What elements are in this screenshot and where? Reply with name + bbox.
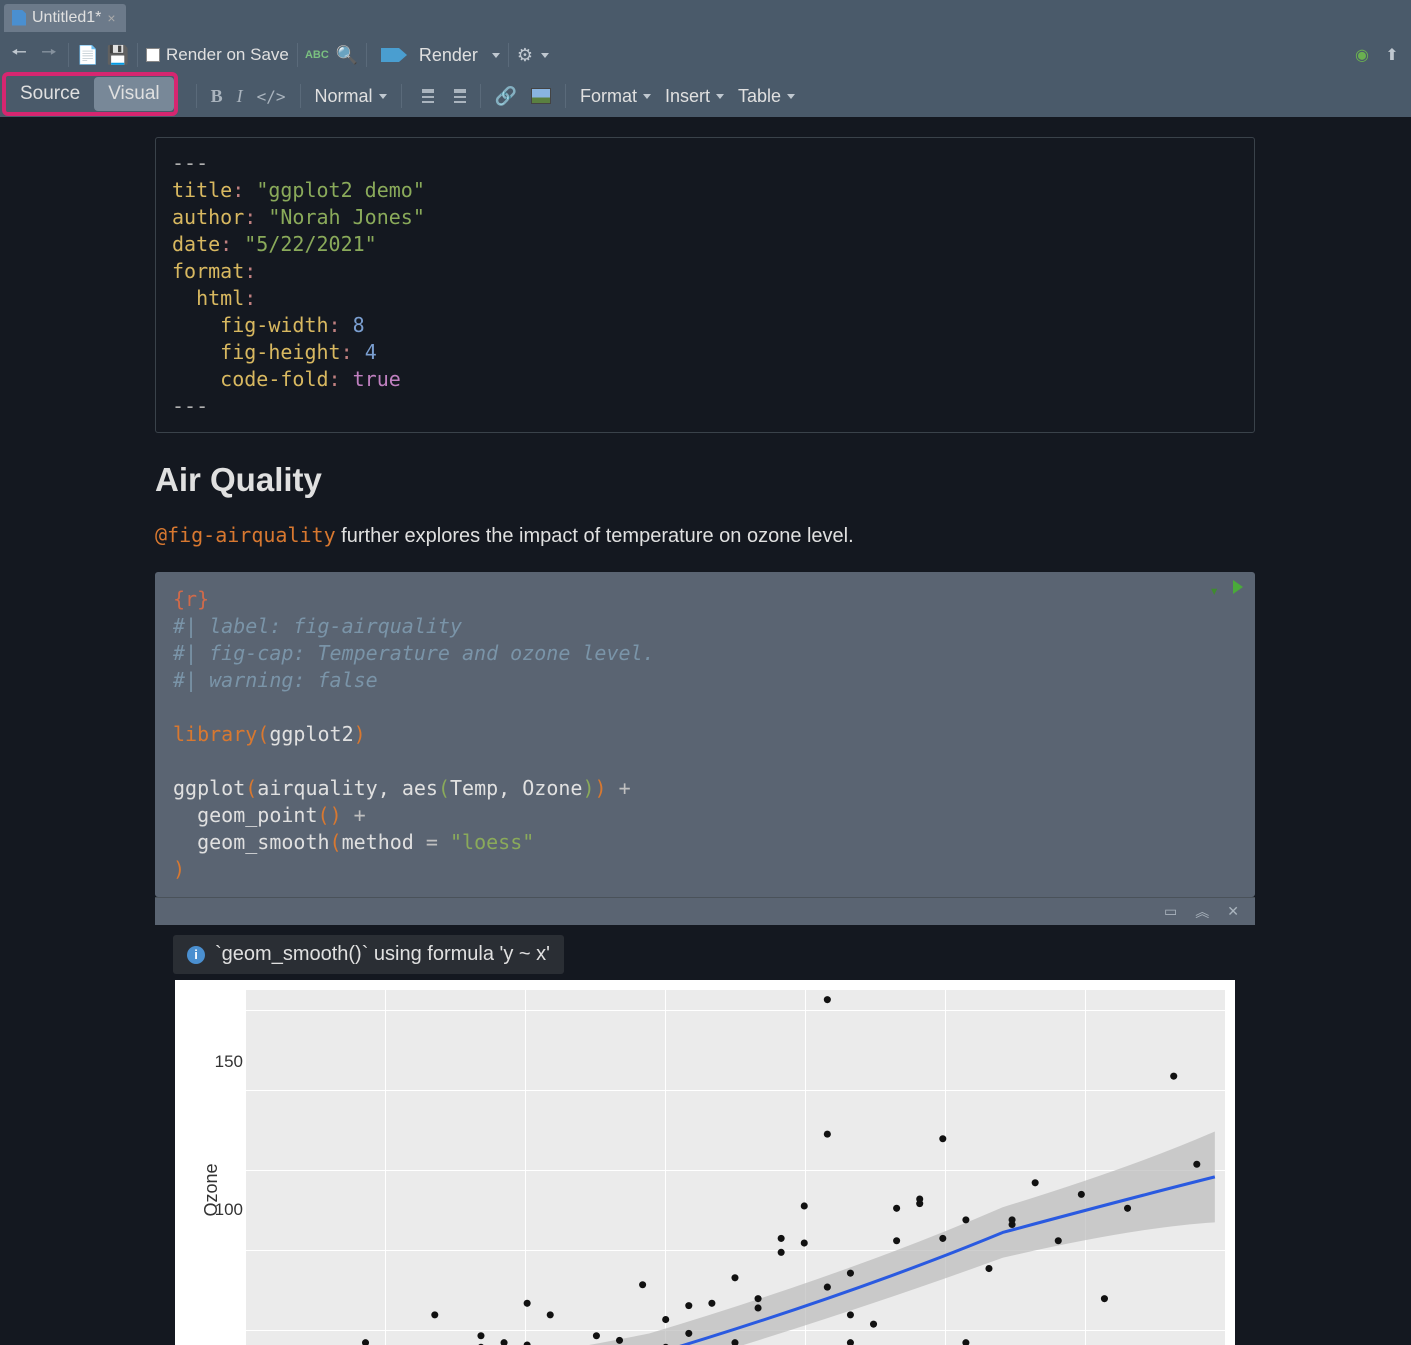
format-menu[interactable]: Format — [580, 86, 651, 107]
document-icon — [12, 10, 26, 26]
format-label: Format — [580, 86, 637, 107]
output-collapse-icon[interactable]: ︽ — [1195, 902, 1209, 922]
publish-icon[interactable]: ◉ — [1351, 44, 1373, 66]
render-label: Render — [419, 45, 478, 66]
output-remove-icon[interactable]: ✕ — [1227, 903, 1239, 920]
tab-title: Untitled1* — [32, 9, 101, 27]
paragraph-style-label: Normal — [315, 86, 373, 107]
separator — [401, 84, 402, 108]
file-tab[interactable]: Untitled1* × — [4, 4, 126, 32]
source-mode-button[interactable]: Source — [6, 77, 94, 111]
bold-button[interactable]: B — [211, 86, 223, 107]
image-icon[interactable] — [531, 88, 551, 104]
chunk-option: #| fig-cap: Temperature and ozone level. — [173, 641, 655, 665]
visual-mode-button[interactable]: Visual — [94, 77, 173, 111]
chevron-down-icon — [643, 94, 651, 99]
output-popout-icon[interactable]: ▭ — [1164, 903, 1177, 920]
link-icon[interactable]: 🔗 — [495, 86, 517, 107]
format-toolbar: Source Visual B I </> Normal 🔗 Format In… — [0, 75, 1411, 117]
view-mode-switcher: Source Visual — [2, 72, 178, 116]
chevron-down-icon — [787, 94, 795, 99]
chunk-option: #| warning: false — [173, 668, 378, 692]
forward-icon[interactable]: 🠖 — [38, 44, 60, 66]
back-icon[interactable]: 🠔 — [8, 44, 30, 66]
code-button[interactable]: </> — [257, 87, 286, 106]
separator — [480, 84, 481, 108]
chevron-down-icon — [379, 94, 387, 99]
chunk-language: {r} — [173, 587, 209, 611]
checkbox-icon[interactable] — [146, 48, 160, 62]
separator — [508, 43, 509, 67]
editor-content[interactable]: --- title: "ggplot2 demo" author: "Norah… — [0, 117, 1411, 1345]
render-arrow-icon — [381, 48, 399, 62]
paragraph-text: further explores the impact of temperatu… — [336, 525, 854, 547]
tab-bar: Untitled1* × — [0, 0, 1411, 35]
main-toolbar: 🠔 🠖 📄 💾 Render on Save ABC 🔍 Render ⚙ ◉ … — [0, 35, 1411, 75]
section-heading[interactable]: Air Quality — [155, 461, 1255, 499]
run-chunk-icon[interactable] — [1233, 580, 1243, 594]
separator — [137, 43, 138, 67]
chunk-output-toolbar: ▭ ︽ ✕ — [155, 897, 1255, 925]
chunk-option: #| label: fig-airquality — [173, 614, 462, 638]
info-icon: i — [187, 946, 205, 964]
chunk-message: i `geom_smooth()` using formula 'y ~ x' — [173, 935, 564, 974]
separator — [366, 43, 367, 67]
close-tab-icon[interactable]: × — [107, 10, 115, 26]
y-tick: 100 — [211, 1200, 243, 1220]
plot-output: Ozone 150 100 50 知乎 @心有灵犀 — [175, 980, 1235, 1345]
italic-button[interactable]: I — [237, 86, 243, 107]
message-text: `geom_smooth()` using formula 'y ~ x' — [215, 943, 550, 966]
separator — [68, 43, 69, 67]
paragraph[interactable]: @fig-airquality further explores the imp… — [155, 523, 1255, 548]
chunk-output: i `geom_smooth()` using formula 'y ~ x' … — [155, 925, 1255, 1345]
separator — [297, 43, 298, 67]
chevron-down-icon — [716, 94, 724, 99]
floppy-icon[interactable]: 💾 — [107, 44, 129, 66]
separator — [196, 84, 197, 108]
separator — [300, 84, 301, 108]
spellcheck-icon[interactable]: ABC — [306, 44, 328, 66]
render-on-save-label: Render on Save — [166, 45, 289, 65]
find-icon[interactable]: 🔍 — [336, 44, 358, 66]
outline-icon[interactable]: ⬆ — [1381, 44, 1403, 66]
crossref-figure[interactable]: @fig-airquality — [155, 523, 336, 547]
chunk-tools: ▾ — [1209, 580, 1243, 602]
render-button[interactable]: Render — [375, 43, 484, 68]
table-menu[interactable]: Table — [738, 86, 795, 107]
yaml-frontmatter[interactable]: --- title: "ggplot2 demo" author: "Norah… — [155, 137, 1255, 433]
numbered-list-icon[interactable] — [448, 89, 466, 103]
paragraph-style-dropdown[interactable]: Normal — [315, 86, 387, 107]
run-above-icon[interactable]: ▾ — [1209, 580, 1219, 602]
render-on-save-toggle[interactable]: Render on Save — [146, 45, 289, 65]
save-icon[interactable]: 📄 — [77, 44, 99, 66]
insert-label: Insert — [665, 86, 710, 107]
insert-menu[interactable]: Insert — [665, 86, 724, 107]
gear-icon[interactable]: ⚙ — [517, 45, 533, 66]
scatter-points — [245, 990, 1225, 1345]
render-dropdown-caret[interactable] — [492, 53, 500, 58]
table-label: Table — [738, 86, 781, 107]
y-tick: 150 — [211, 1052, 243, 1072]
bullet-list-icon[interactable] — [416, 89, 434, 103]
separator — [565, 84, 566, 108]
gear-dropdown-caret[interactable] — [541, 53, 549, 58]
r-code-chunk[interactable]: ▾ {r} #| label: fig-airquality #| fig-ca… — [155, 572, 1255, 897]
plot-panel — [245, 990, 1225, 1345]
